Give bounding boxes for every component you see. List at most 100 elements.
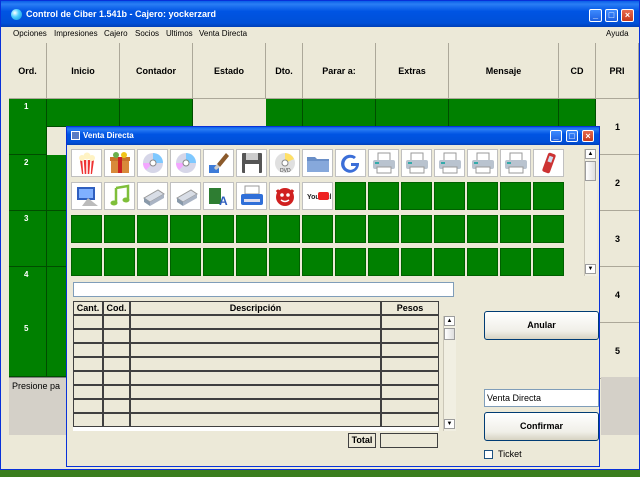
devil-face-tile[interactable] [269, 182, 300, 210]
minimize-button[interactable]: _ [589, 9, 602, 22]
empty-product-tile[interactable] [500, 182, 531, 210]
menu-impresiones[interactable]: Impresiones [54, 29, 98, 38]
table-cell[interactable] [381, 385, 439, 399]
table-cell[interactable] [381, 315, 439, 329]
empty-product-tile[interactable] [368, 215, 399, 243]
product-search-input[interactable] [73, 282, 454, 297]
youtube-tile[interactable]: You Tube [302, 182, 333, 210]
printer-tile[interactable] [467, 149, 498, 177]
menu-venta-directa[interactable]: Venta Directa [199, 29, 247, 38]
empty-product-tile[interactable] [269, 215, 300, 243]
empty-product-tile[interactable] [533, 182, 564, 210]
empty-product-tile[interactable] [104, 248, 135, 276]
table-cell[interactable] [103, 315, 130, 329]
dialog-minimize-button[interactable]: _ [550, 130, 562, 142]
ticket-checkbox[interactable] [484, 450, 493, 459]
empty-product-tile[interactable] [467, 182, 498, 210]
pc-row-ord[interactable]: 5 [9, 321, 47, 377]
folder-tile[interactable] [302, 149, 333, 177]
printer-tile[interactable] [368, 149, 399, 177]
empty-product-tile[interactable] [71, 215, 102, 243]
typewriter-tile[interactable] [236, 182, 267, 210]
client-field[interactable]: Venta Directa [484, 389, 599, 407]
table-cell[interactable] [130, 329, 381, 343]
empty-product-tile[interactable] [104, 215, 135, 243]
menu-ayuda[interactable]: Ayuda [606, 29, 629, 38]
main-title-bar[interactable]: Control de Ciber 1.541b - Cajero: yocker… [1, 1, 639, 27]
table-cell[interactable] [73, 399, 103, 413]
paint-brush-tile[interactable] [203, 149, 234, 177]
empty-product-tile[interactable] [533, 215, 564, 243]
pc-row-ord[interactable]: 3 [9, 211, 47, 267]
empty-product-tile[interactable] [467, 215, 498, 243]
scroll-down-arrow[interactable]: ▼ [585, 264, 596, 274]
floppy-disk-tile[interactable] [236, 149, 267, 177]
table-cell[interactable] [103, 357, 130, 371]
pc-row-ord[interactable]: 2 [9, 155, 47, 211]
empty-product-tile[interactable] [335, 215, 366, 243]
empty-product-tile[interactable] [335, 182, 366, 210]
table-cell[interactable] [73, 329, 103, 343]
empty-product-tile[interactable] [302, 248, 333, 276]
table-cell[interactable] [381, 357, 439, 371]
empty-product-tile[interactable] [236, 215, 267, 243]
scroll-up-arrow[interactable]: ▲ [585, 149, 596, 159]
empty-product-tile[interactable] [467, 248, 498, 276]
table-cell[interactable] [73, 343, 103, 357]
tiles-scrollbar[interactable]: ▲ ▼ [584, 149, 597, 276]
table-cell[interactable] [381, 329, 439, 343]
table-cell[interactable] [130, 357, 381, 371]
empty-product-tile[interactable] [203, 248, 234, 276]
table-cell[interactable] [381, 343, 439, 357]
pc-cell[interactable] [47, 321, 67, 377]
pc-cell[interactable] [266, 99, 303, 127]
empty-product-tile[interactable] [170, 215, 201, 243]
table-cell[interactable] [73, 357, 103, 371]
empty-product-tile[interactable] [71, 248, 102, 276]
empty-product-tile[interactable] [203, 215, 234, 243]
table-cell[interactable] [103, 385, 130, 399]
table-cell[interactable] [73, 385, 103, 399]
confirmar-button[interactable]: Confirmar [484, 412, 599, 441]
scanner-tile[interactable] [137, 182, 168, 210]
google-g-tile[interactable] [335, 149, 366, 177]
table-cell[interactable] [130, 399, 381, 413]
popcorn-tile[interactable] [71, 149, 102, 177]
pc-cell[interactable] [376, 99, 449, 127]
empty-product-tile[interactable] [137, 215, 168, 243]
pc-cell[interactable] [303, 99, 376, 127]
table-cell[interactable] [103, 399, 130, 413]
table-cell[interactable] [381, 399, 439, 413]
pc-row-ord[interactable]: 4 [9, 267, 47, 323]
table-scroll-thumb[interactable] [444, 328, 455, 340]
table-cell[interactable] [103, 343, 130, 357]
mobile-phone-tile[interactable] [533, 149, 564, 177]
scroll-thumb[interactable] [585, 161, 596, 181]
table-cell[interactable] [381, 371, 439, 385]
pc-cell[interactable] [47, 267, 67, 323]
empty-product-tile[interactable] [269, 248, 300, 276]
empty-product-tile[interactable] [434, 215, 465, 243]
empty-product-tile[interactable] [533, 248, 564, 276]
table-cell[interactable] [73, 315, 103, 329]
empty-product-tile[interactable] [170, 248, 201, 276]
table-cell[interactable] [130, 371, 381, 385]
empty-product-tile[interactable] [236, 248, 267, 276]
table-cell[interactable] [103, 371, 130, 385]
scanner-tile[interactable] [170, 182, 201, 210]
printer-tile[interactable] [500, 149, 531, 177]
music-note-tile[interactable] [104, 182, 135, 210]
pc-row-ord[interactable]: 1 [9, 99, 47, 155]
maximize-button[interactable]: □ [605, 9, 618, 22]
empty-product-tile[interactable] [401, 248, 432, 276]
pc-cell[interactable] [559, 99, 596, 127]
table-cell[interactable] [130, 413, 381, 427]
menu-socios[interactable]: Socios [135, 29, 159, 38]
menu-cajero[interactable]: Cajero [104, 29, 128, 38]
table-cell[interactable] [73, 413, 103, 427]
empty-product-tile[interactable] [500, 248, 531, 276]
table-cell[interactable] [103, 329, 130, 343]
table-cell[interactable] [130, 343, 381, 357]
anular-button[interactable]: Anular [484, 311, 599, 340]
printer-tile[interactable] [401, 149, 432, 177]
